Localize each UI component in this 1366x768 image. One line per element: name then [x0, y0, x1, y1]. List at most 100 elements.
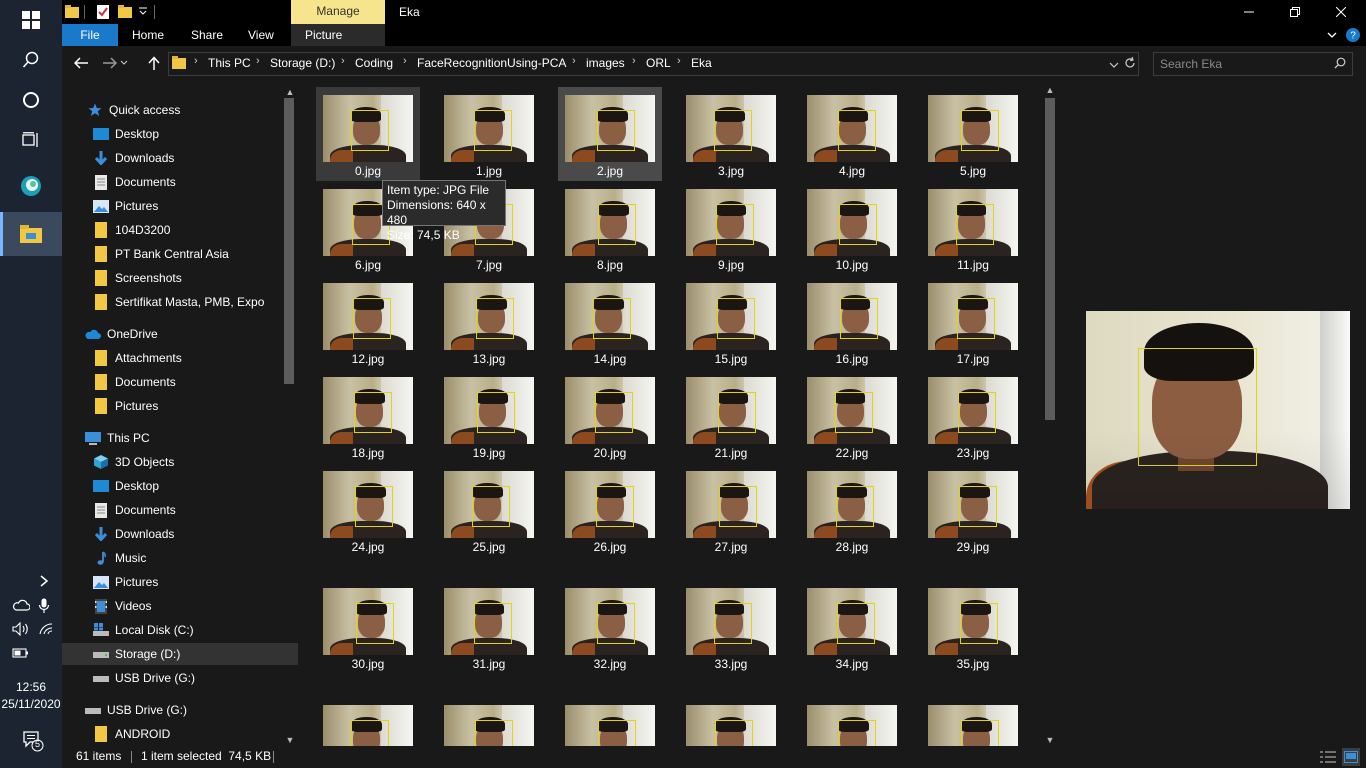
- file-tile[interactable]: 21.jpg: [679, 369, 783, 463]
- scroll-down-arrow-icon[interactable]: ▼: [1042, 734, 1058, 746]
- nav-this-pc-documents[interactable]: Documents: [62, 499, 298, 521]
- nav-desktop[interactable]: Desktop: [62, 123, 298, 145]
- up-arrow-icon[interactable]: [144, 54, 164, 72]
- chevron-up-icon[interactable]: [37, 574, 55, 590]
- breadcrumb-orl[interactable]: ORL: [646, 56, 671, 70]
- file-tile[interactable]: 35.jpg: [921, 580, 1025, 674]
- breadcrumb-separator[interactable]: ›: [572, 55, 576, 67]
- nav-storage-d[interactable]: Storage (D:): [62, 643, 298, 665]
- nav-this-pc-pictures[interactable]: Pictures: [62, 571, 298, 593]
- back-arrow-icon[interactable]: [71, 54, 91, 72]
- battery-icon[interactable]: [12, 647, 30, 663]
- restore-icon[interactable]: [1272, 0, 1318, 24]
- nav-onedrive-documents[interactable]: Documents: [62, 371, 298, 393]
- volume-icon[interactable]: [12, 621, 30, 638]
- nav-this-pc-downloads[interactable]: Downloads: [62, 523, 298, 545]
- start-windows-icon[interactable]: [0, 0, 62, 40]
- file-tile[interactable]: 1.jpg: [437, 87, 541, 181]
- file-tile[interactable]: 5.jpg: [921, 87, 1025, 181]
- onedrive-tray-icon[interactable]: [12, 598, 31, 614]
- recent-locations-chevron-icon[interactable]: [118, 54, 130, 72]
- cortana-circle-icon[interactable]: [0, 80, 62, 120]
- nav-onedrive-pictures[interactable]: Pictures: [62, 395, 298, 417]
- address-bar[interactable]: › This PC › Storage (D:) › Coding › Face…: [168, 52, 1139, 76]
- breadcrumb-separator[interactable]: ›: [403, 55, 407, 67]
- nav-folder-104d3200[interactable]: 104D3200: [62, 219, 298, 241]
- nav-folder-sertifikat[interactable]: Sertifikat Masta, PMB, Expo: [62, 291, 298, 313]
- file-tile[interactable]: 4.jpg: [800, 87, 904, 181]
- file-tile[interactable]: 11.jpg: [921, 181, 1025, 275]
- file-tile[interactable]: 25.jpg: [437, 463, 541, 557]
- file-tile[interactable]: 34.jpg: [800, 580, 904, 674]
- close-icon[interactable]: [1318, 0, 1364, 24]
- file-tile[interactable]: 13.jpg: [437, 275, 541, 369]
- task-view-icon[interactable]: [0, 120, 62, 160]
- file-list-scrollbar[interactable]: ▲ ▼: [1042, 84, 1058, 746]
- tab-home[interactable]: Home: [118, 24, 178, 46]
- nav-this-pc[interactable]: This PC: [62, 427, 298, 449]
- scroll-up-arrow-icon[interactable]: ▲: [282, 86, 298, 98]
- file-tile[interactable]: [800, 697, 904, 746]
- scroll-up-arrow-icon[interactable]: ▲: [1042, 84, 1058, 96]
- breadcrumb-separator[interactable]: ›: [194, 55, 198, 67]
- nav-onedrive[interactable]: OneDrive: [62, 323, 298, 345]
- forward-arrow-icon[interactable]: [100, 54, 120, 72]
- breadcrumb-images[interactable]: images: [586, 56, 625, 70]
- file-tile[interactable]: 2.jpg: [558, 87, 662, 181]
- navigation-scrollbar-thumb[interactable]: [284, 98, 294, 384]
- tab-picture-tools[interactable]: Picture Tools: [291, 24, 385, 64]
- scroll-down-arrow-icon[interactable]: ▼: [282, 734, 298, 746]
- file-tile[interactable]: 18.jpg: [316, 369, 420, 463]
- search-icon[interactable]: [0, 40, 62, 80]
- customize-toolbar-chevron-icon[interactable]: [138, 6, 148, 18]
- file-tile[interactable]: 20.jpg: [558, 369, 662, 463]
- details-view-icon[interactable]: [1320, 750, 1336, 767]
- file-tile[interactable]: 28.jpg: [800, 463, 904, 557]
- file-tile[interactable]: 31.jpg: [437, 580, 541, 674]
- file-tile[interactable]: 8.jpg: [558, 181, 662, 275]
- file-tile[interactable]: 27.jpg: [679, 463, 783, 557]
- file-tile[interactable]: 14.jpg: [558, 275, 662, 369]
- nav-local-disk-c[interactable]: Local Disk (C:): [62, 619, 298, 641]
- nav-usb-drive-g[interactable]: USB Drive (G:): [62, 667, 298, 689]
- search-magnifier-icon[interactable]: [1334, 57, 1346, 72]
- nav-3d-objects[interactable]: 3D Objects: [62, 451, 298, 473]
- breadcrumb-separator[interactable]: ›: [256, 55, 260, 67]
- file-tile[interactable]: [558, 697, 662, 746]
- tab-share[interactable]: Share: [177, 24, 237, 46]
- action-center-icon[interactable]: 5: [22, 730, 46, 754]
- clock-date[interactable]: 25/11/2020: [0, 697, 62, 711]
- minimize-icon[interactable]: [1226, 0, 1272, 24]
- nav-usb-drive-g-root[interactable]: USB Drive (G:): [62, 699, 298, 721]
- breadcrumb-project[interactable]: FaceRecognitionUsing-PCA: [417, 56, 566, 70]
- help-icon[interactable]: ?: [1342, 24, 1364, 46]
- nav-pictures[interactable]: Pictures: [62, 195, 298, 217]
- nav-music[interactable]: Music: [62, 547, 298, 569]
- microphone-icon[interactable]: [38, 598, 56, 614]
- file-tile[interactable]: 30.jpg: [316, 580, 420, 674]
- breadcrumb-coding[interactable]: Coding: [355, 56, 393, 70]
- tab-view[interactable]: View: [234, 24, 288, 46]
- file-explorer-taskbar-icon[interactable]: [0, 212, 62, 256]
- app-circle-icon[interactable]: [0, 166, 62, 206]
- breadcrumb-separator[interactable]: ›: [341, 55, 345, 67]
- nav-onedrive-attachments[interactable]: Attachments: [62, 347, 298, 369]
- expand-ribbon-chevron-icon[interactable]: [1322, 24, 1342, 46]
- nav-videos[interactable]: Videos: [62, 595, 298, 617]
- search-box[interactable]: [1153, 52, 1353, 76]
- file-tile[interactable]: [921, 697, 1025, 746]
- clock-time[interactable]: 12:56: [0, 680, 62, 694]
- properties-icon[interactable]: [96, 4, 110, 23]
- file-tile[interactable]: 0.jpg: [316, 87, 420, 181]
- new-folder-icon[interactable]: [118, 4, 132, 21]
- address-history-chevron-icon[interactable]: [1109, 58, 1119, 72]
- manage-contextual-tab[interactable]: Manage: [291, 0, 385, 24]
- file-tile[interactable]: 15.jpg: [679, 275, 783, 369]
- file-tile[interactable]: [437, 697, 541, 746]
- tab-file[interactable]: File: [62, 24, 118, 46]
- file-tile[interactable]: 22.jpg: [800, 369, 904, 463]
- nav-downloads[interactable]: Downloads: [62, 147, 298, 169]
- nav-documents[interactable]: Documents: [62, 171, 298, 193]
- file-tile[interactable]: 24.jpg: [316, 463, 420, 557]
- file-tile[interactable]: 19.jpg: [437, 369, 541, 463]
